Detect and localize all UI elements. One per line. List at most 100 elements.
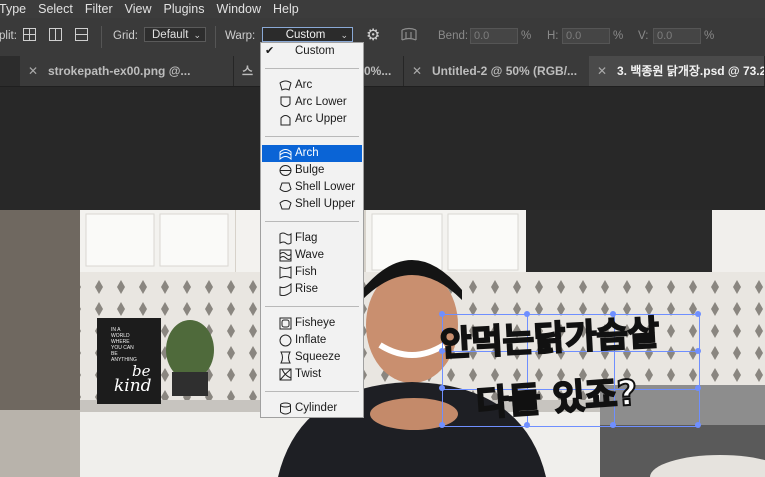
warp-option-arc[interactable]: Arc	[262, 77, 362, 94]
warp-handle[interactable]	[439, 422, 445, 428]
warp-handle[interactable]	[695, 348, 701, 354]
v-input[interactable]: 0.0	[653, 28, 701, 44]
warp-option-wave[interactable]: Wave	[262, 247, 362, 264]
bulge-icon	[279, 165, 292, 176]
menu-separator	[265, 391, 359, 392]
menu-separator	[265, 136, 359, 137]
menu-help[interactable]: Help	[267, 2, 305, 16]
warp-option-twist[interactable]: Twist	[262, 366, 362, 383]
shell-upper-icon	[279, 200, 292, 210]
fish-icon	[279, 266, 292, 279]
warp-handle[interactable]	[610, 422, 616, 428]
warp-handle[interactable]	[524, 422, 530, 428]
warp-handle[interactable]	[524, 311, 530, 317]
menu-view[interactable]: View	[119, 2, 158, 16]
split-vertical-icon[interactable]	[49, 28, 62, 41]
gear-icon[interactable]: ⚙	[366, 28, 380, 44]
warp-handle[interactable]	[439, 385, 445, 391]
close-icon[interactable]: ✕	[597, 56, 607, 86]
warp-option-label: Inflate	[295, 334, 327, 346]
warp-option-label: Shell Upper	[295, 198, 356, 210]
menu-bar: Type Select Filter View Plugins Window H…	[0, 0, 765, 18]
document-tabs: ✕ strokepath-ex00.png @... 스 0%... ✕ Unt…	[0, 56, 765, 87]
warp-option-label: Arc Upper	[295, 113, 347, 125]
bend-label: Bend:	[438, 30, 469, 42]
menu-window[interactable]: Window	[211, 2, 267, 16]
fisheye-icon	[279, 317, 292, 330]
divider	[101, 26, 102, 48]
close-icon[interactable]: ✕	[412, 56, 422, 86]
warp-handle[interactable]	[695, 311, 701, 317]
bend-input[interactable]: 0.0	[470, 28, 518, 44]
tab-label: 스	[242, 64, 254, 78]
warp-handle[interactable]	[610, 311, 616, 317]
bend-percent: %	[521, 30, 532, 42]
warp-option-rise[interactable]: Rise	[262, 281, 362, 298]
close-icon[interactable]: ✕	[28, 56, 38, 86]
tab-untitled-2[interactable]: ✕ Untitled-2 @ 50% (RGB/...	[404, 56, 604, 86]
menu-separator	[265, 221, 359, 222]
arc-upper-icon	[280, 115, 291, 126]
warp-option-label: Flag	[295, 232, 318, 244]
warp-handle[interactable]	[695, 422, 701, 428]
warp-handle[interactable]	[439, 311, 445, 317]
split-label: plit:	[0, 30, 17, 42]
canvas-area[interactable]: IN A WORLD WHERE YOU CAN BE ANYTHING be …	[0, 87, 765, 477]
warp-option-label: Cylinder	[295, 402, 338, 414]
inflate-icon	[279, 334, 292, 347]
menu-filter[interactable]: Filter	[79, 2, 119, 16]
options-bar: plit: Grid: Default ⌄ Warp: Custom ⌄ ⚙ B…	[0, 18, 765, 57]
chevron-down-icon: ⌄	[340, 30, 348, 40]
checkmark-icon: ✔	[265, 45, 275, 57]
tab-strokepath[interactable]: ✕ strokepath-ex00.png @...	[20, 56, 234, 86]
wave-icon	[279, 249, 292, 262]
twist-icon	[279, 368, 292, 381]
warp-handle[interactable]	[695, 385, 701, 391]
menu-select[interactable]: Select	[32, 2, 79, 16]
chevron-down-icon: ⌄	[193, 30, 201, 40]
warp-option-label: Rise	[295, 283, 319, 295]
warp-option-shell-upper[interactable]: Shell Upper	[262, 196, 362, 213]
v-percent: %	[704, 30, 715, 42]
warp-option-fisheye[interactable]: Fisheye	[262, 315, 362, 332]
h-label: H:	[547, 30, 559, 42]
arc-lower-icon	[280, 96, 291, 107]
split-horizontal-icon[interactable]	[75, 28, 88, 41]
grid-dropdown[interactable]: Default ⌄	[144, 27, 206, 42]
warp-option-fish[interactable]: Fish	[262, 264, 362, 281]
warp-dropdown[interactable]: Custom ⌄	[262, 27, 353, 42]
warp-option-cylinder[interactable]: Cylinder	[262, 400, 362, 417]
warp-label: Warp:	[225, 30, 256, 42]
flag-icon	[279, 232, 292, 245]
tab-label: Untitled-2 @ 50% (RGB/...	[432, 64, 578, 78]
warp-option-label: Arc	[295, 79, 313, 91]
menu-type[interactable]: Type	[0, 2, 32, 16]
arch-icon	[279, 149, 292, 160]
warp-option-flag[interactable]: Flag	[262, 230, 362, 247]
warp-orientation-icon[interactable]	[400, 27, 418, 46]
menu-separator	[265, 306, 359, 307]
tab-label: 3. 백종원 닭개장.psd @ 73.2	[617, 64, 765, 78]
warp-option-label: Shell Lower	[295, 181, 356, 193]
h-input[interactable]: 0.0	[562, 28, 610, 44]
warp-style-menu: ✔ Custom Arc Arc Lower Arc Upper Arch Bu…	[260, 42, 364, 418]
menu-plugins[interactable]: Plugins	[158, 2, 211, 16]
shell-lower-icon	[279, 182, 292, 192]
tab-active-document[interactable]: ✕ 3. 백종원 닭개장.psd @ 73.2	[589, 56, 765, 86]
rise-icon	[279, 283, 292, 296]
squeeze-icon	[280, 351, 291, 364]
warp-handle[interactable]	[439, 348, 445, 354]
warp-option-arc-upper[interactable]: Arc Upper	[262, 111, 362, 128]
sign-script-kind: kind	[114, 376, 152, 396]
warp-option-squeeze[interactable]: Squeeze	[262, 349, 362, 366]
warp-option-arc-lower[interactable]: Arc Lower	[262, 94, 362, 111]
warp-option-label: Wave	[295, 249, 324, 261]
warp-option-custom[interactable]: ✔ Custom	[262, 43, 362, 60]
warp-option-arch[interactable]: Arch	[262, 145, 362, 162]
warp-option-shell-lower[interactable]: Shell Lower	[262, 179, 362, 196]
warp-option-label: Twist	[295, 368, 322, 380]
menu-separator	[265, 68, 359, 69]
split-cross-icon[interactable]	[23, 28, 36, 41]
warp-option-inflate[interactable]: Inflate	[262, 332, 362, 349]
warp-option-bulge[interactable]: Bulge	[262, 162, 362, 179]
